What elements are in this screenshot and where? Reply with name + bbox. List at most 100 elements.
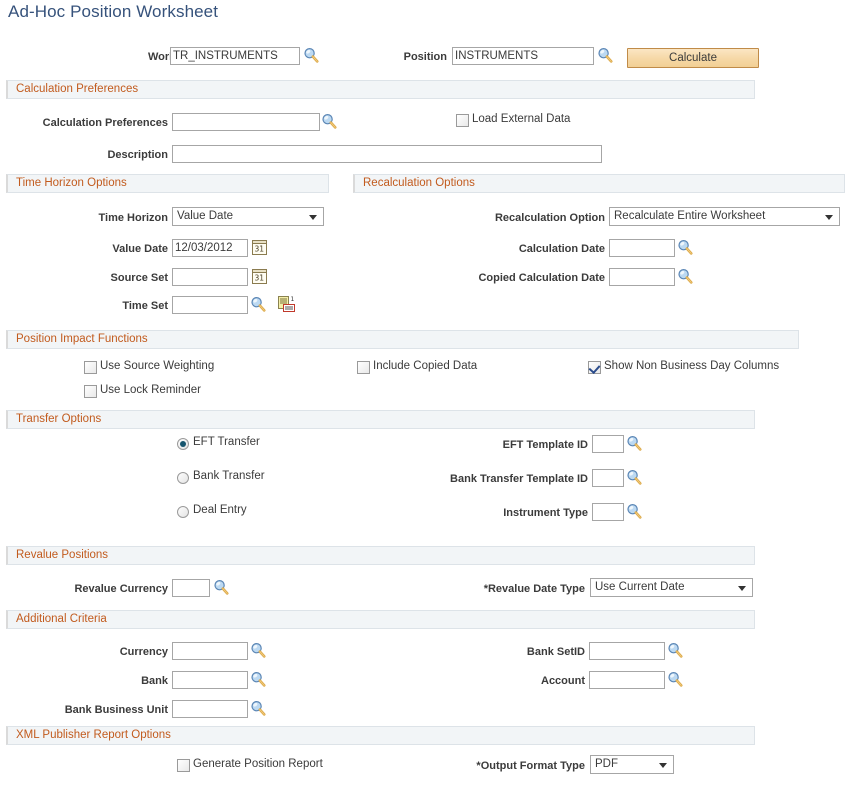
- checkbox-box[interactable]: [177, 759, 190, 772]
- instrument-type-label: Instrument Type: [400, 507, 588, 519]
- checkbox-box[interactable]: [84, 361, 97, 374]
- section-transfer-options: Transfer Options: [6, 410, 755, 429]
- section-revalue-positions-label: Revalue Positions: [16, 549, 108, 561]
- generate-position-report-label: Generate Position Report: [193, 758, 323, 770]
- svg-text:1: 1: [291, 296, 295, 303]
- deal-entry-label: Deal Entry: [193, 504, 247, 516]
- position-input[interactable]: [452, 47, 594, 65]
- calculation-preferences-label: Calculation Preferences: [10, 117, 168, 129]
- position-lookup-icon[interactable]: [597, 47, 613, 63]
- eft-template-id-lookup-icon[interactable]: [626, 435, 642, 451]
- include-copied-data-label: Include Copied Data: [373, 360, 477, 372]
- account-input[interactable]: [589, 671, 665, 689]
- checkbox-box[interactable]: [456, 114, 469, 127]
- section-recalculation-options: Recalculation Options: [353, 174, 845, 193]
- bank-setid-lookup-icon[interactable]: [667, 642, 683, 658]
- eft-transfer-label: EFT Transfer: [193, 436, 260, 448]
- revalue-currency-lookup-icon[interactable]: [213, 579, 229, 595]
- use-lock-reminder-label: Use Lock Reminder: [100, 384, 201, 396]
- position-label: Position: [300, 51, 447, 63]
- calculation-preferences-input[interactable]: [172, 113, 320, 131]
- bank-business-unit-lookup-icon[interactable]: [250, 700, 266, 716]
- time-horizon-value: Value Date: [177, 210, 233, 222]
- bank-business-unit-label: Bank Business Unit: [10, 704, 168, 716]
- bank-transfer-template-id-input[interactable]: [592, 469, 624, 487]
- currency-lookup-icon[interactable]: [250, 642, 266, 658]
- section-position-impact-functions: Position Impact Functions: [6, 330, 799, 349]
- section-calculation-preferences-label: Calculation Preferences: [16, 83, 138, 95]
- recalculation-option-label: Recalculation Option: [400, 212, 605, 224]
- description-input[interactable]: [172, 145, 602, 163]
- show-non-business-day-columns-label: Show Non Business Day Columns: [604, 360, 779, 372]
- bank-transfer-template-id-lookup-icon[interactable]: [626, 469, 642, 485]
- page-title: Ad-Hoc Position Worksheet: [8, 2, 218, 22]
- checkbox-box[interactable]: [84, 385, 97, 398]
- calendar-icon[interactable]: 31: [252, 240, 267, 255]
- chevron-down-icon: [659, 763, 667, 768]
- instrument-type-input[interactable]: [592, 503, 624, 521]
- account-lookup-icon[interactable]: [667, 671, 683, 687]
- output-format-type-select[interactable]: PDF: [590, 755, 674, 774]
- bank-lookup-icon[interactable]: [250, 671, 266, 687]
- section-revalue-positions: Revalue Positions: [6, 546, 755, 565]
- copied-calculation-date-input[interactable]: [609, 268, 675, 286]
- currency-label: Currency: [30, 646, 168, 658]
- calculation-date-lookup-icon[interactable]: [677, 239, 693, 255]
- time-set-input[interactable]: [172, 296, 248, 314]
- revalue-date-type-value: Use Current Date: [595, 581, 684, 593]
- copied-calculation-date-label: Copied Calculation Date: [380, 272, 605, 284]
- calendar-icon[interactable]: 31: [252, 269, 267, 284]
- bank-input[interactable]: [172, 671, 248, 689]
- time-set-label: Time Set: [20, 300, 168, 312]
- chevron-down-icon: [738, 586, 746, 591]
- revalue-currency-input[interactable]: [172, 579, 210, 597]
- chevron-down-icon: [825, 215, 833, 220]
- revalue-date-type-label: Revalue Date Type: [420, 583, 585, 595]
- worksheet-input[interactable]: [170, 47, 300, 65]
- radio-box[interactable]: [177, 506, 189, 518]
- use-source-weighting-label: Use Source Weighting: [100, 360, 214, 372]
- radio-box[interactable]: [177, 438, 189, 450]
- section-time-horizon-options: Time Horizon Options: [6, 174, 329, 193]
- source-set-input[interactable]: [172, 268, 248, 286]
- checkbox-box[interactable]: [588, 361, 601, 374]
- calculate-button[interactable]: Calculate: [627, 48, 759, 68]
- checkbox-box[interactable]: [357, 361, 370, 374]
- recalculation-option-value: Recalculate Entire Worksheet: [614, 210, 765, 222]
- time-horizon-select[interactable]: Value Date: [172, 207, 324, 226]
- section-time-horizon-options-label: Time Horizon Options: [16, 177, 127, 189]
- time-horizon-label: Time Horizon: [20, 212, 168, 224]
- eft-template-id-input[interactable]: [592, 435, 624, 453]
- eft-template-id-label: EFT Template ID: [400, 439, 588, 451]
- detail-list-icon[interactable]: 1: [278, 296, 295, 312]
- section-recalculation-options-label: Recalculation Options: [363, 177, 475, 189]
- section-calculation-preferences: Calculation Preferences: [6, 80, 755, 99]
- output-format-type-label: Output Format Type: [425, 760, 585, 772]
- section-additional-criteria-label: Additional Criteria: [16, 613, 107, 625]
- revalue-date-type-select[interactable]: Use Current Date: [590, 578, 753, 597]
- copied-calculation-date-lookup-icon[interactable]: [677, 268, 693, 284]
- calculation-preferences-lookup-icon[interactable]: [321, 113, 337, 129]
- value-date-label: Value Date: [20, 243, 168, 255]
- section-xml-publisher-report-options-label: XML Publisher Report Options: [16, 729, 171, 741]
- source-set-label: Source Set: [20, 272, 168, 284]
- currency-input[interactable]: [172, 642, 248, 660]
- calculation-date-input[interactable]: [609, 239, 675, 257]
- radio-box[interactable]: [177, 472, 189, 484]
- section-position-impact-functions-label: Position Impact Functions: [16, 333, 148, 345]
- value-date-input[interactable]: [172, 239, 248, 257]
- section-additional-criteria: Additional Criteria: [6, 610, 755, 629]
- recalculation-option-select[interactable]: Recalculate Entire Worksheet: [609, 207, 840, 226]
- section-transfer-options-label: Transfer Options: [16, 413, 101, 425]
- time-set-lookup-icon[interactable]: [250, 296, 266, 312]
- account-label: Account: [440, 675, 585, 687]
- section-xml-publisher-report-options: XML Publisher Report Options: [6, 726, 755, 745]
- instrument-type-lookup-icon[interactable]: [626, 503, 642, 519]
- chevron-down-icon: [309, 215, 317, 220]
- bank-label: Bank: [30, 675, 168, 687]
- bank-business-unit-input[interactable]: [172, 700, 248, 718]
- svg-text:31: 31: [255, 245, 265, 254]
- bank-setid-input[interactable]: [589, 642, 665, 660]
- bank-setid-label: Bank SetID: [440, 646, 585, 658]
- bank-transfer-template-id-label: Bank Transfer Template ID: [390, 473, 588, 485]
